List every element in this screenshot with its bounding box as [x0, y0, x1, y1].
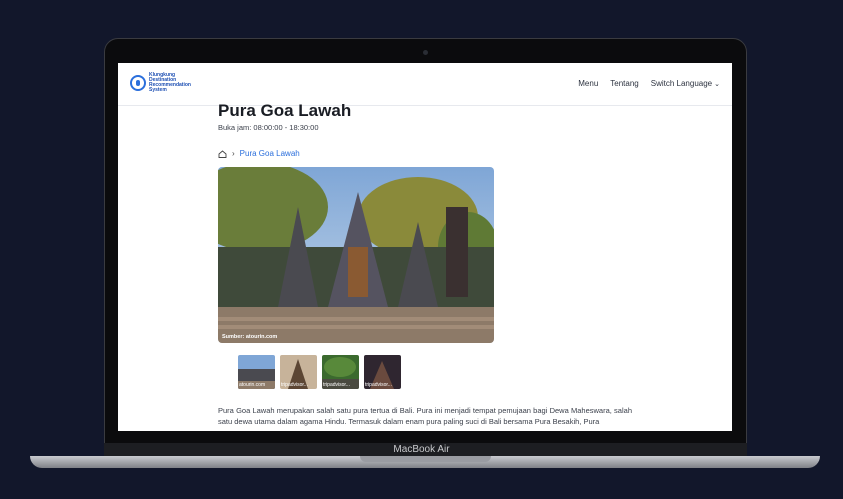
laptop-notch	[360, 456, 491, 462]
thumbnail-3[interactable]: tripadvisor...	[322, 355, 359, 389]
navbar: Klungkung Destination Recommendation Sys…	[118, 63, 732, 106]
nav-menu[interactable]: Menu	[578, 79, 598, 88]
browser-screen: Klungkung Destination Recommendation Sys…	[118, 63, 732, 431]
chevron-right-icon: ›	[232, 149, 235, 158]
thumbnail-1[interactable]: atourin.com	[238, 355, 275, 389]
breadcrumb-current[interactable]: Pura Goa Lawah	[240, 149, 300, 158]
breadcrumb: › Pura Goa Lawah	[218, 149, 300, 158]
logo-text: Klungkung Destination Recommendation Sys…	[149, 72, 191, 93]
thumbnail-2[interactable]: tripadvisor...	[280, 355, 317, 389]
nav-switch-language[interactable]: Switch Language ⌄	[651, 79, 720, 88]
page-title: Pura Goa Lawah	[218, 101, 352, 120]
nav-links: Menu Tentang Switch Language ⌄	[578, 79, 720, 88]
site-logo[interactable]: Klungkung Destination Recommendation Sys…	[130, 73, 191, 93]
home-icon[interactable]	[218, 149, 227, 158]
camera	[423, 50, 428, 55]
description: Pura Goa Lawah merupakan salah satu pura…	[218, 406, 632, 426]
opening-hours: Buka jam: 08:00:00 - 18:30:00	[218, 123, 319, 132]
thumbnail-4[interactable]: tripadvisor...	[364, 355, 401, 389]
device-label: MacBook Air	[393, 444, 450, 455]
nav-tentang[interactable]: Tentang	[610, 79, 638, 88]
thumbnail-gallery: atourin.com tripadvisor... tripadvisor..…	[238, 355, 401, 389]
hero-caption: Sumber: atourin.com	[222, 334, 278, 340]
logo-icon	[130, 75, 146, 91]
hero-image[interactable]: Sumber: atourin.com	[218, 167, 494, 343]
chevron-down-icon: ⌄	[714, 80, 720, 88]
